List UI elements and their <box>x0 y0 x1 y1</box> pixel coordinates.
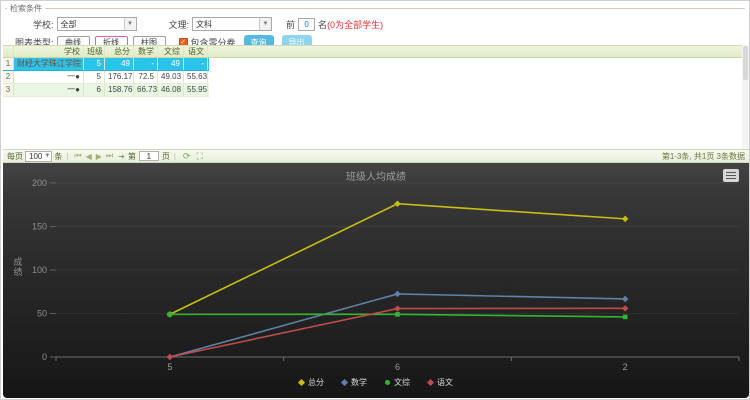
cell-total: 49 <box>105 58 134 70</box>
cell-chinese: 55.63 <box>184 71 208 83</box>
cell-class: 6 <box>84 84 105 96</box>
result-table: 学校 班级 总分 数学 文综 语文 1 财经大学珠江学院 5 49 - 49 -… <box>3 45 743 149</box>
top-suffix: 名 <box>318 18 327 31</box>
pager-divider: | <box>66 152 68 161</box>
diamond-marker-icon <box>427 379 434 386</box>
header-total[interactable]: 总分 <box>105 46 134 57</box>
per-page-label: 每页 <box>7 151 23 162</box>
pager-info: 第1-3条, 共1页 3条数据 <box>662 151 745 162</box>
per-page-value: 100 <box>29 152 42 161</box>
first-page-icon[interactable]: ⏮ <box>74 151 81 161</box>
next-page-icon[interactable]: ▶ <box>96 152 102 161</box>
svg-text:150: 150 <box>32 222 47 232</box>
chart-legend: 总分 数学 文综 语文 <box>3 377 749 388</box>
legend-label: 文综 <box>394 377 410 388</box>
header-arts[interactable]: 文综 <box>158 46 184 57</box>
cell-math: - <box>134 58 158 70</box>
header-rownum <box>3 46 14 57</box>
svg-text:成: 成 <box>13 256 22 267</box>
last-page-icon[interactable]: ⏭ <box>106 151 113 161</box>
cell-chinese: 55.95 <box>184 84 208 96</box>
cell-total: 158.76 <box>105 84 134 96</box>
table-scrollbar[interactable] <box>742 45 749 149</box>
pager-bar: 每页 100 ▼ 条 | ⏮ ◀ ▶ ⏭ ➜ 第 页 | ⟳ ⛶ 第1-3条, … <box>3 149 749 163</box>
cell-arts: 49 <box>158 58 184 70</box>
table-row[interactable]: 1 财经大学珠江学院 5 49 - 49 - <box>3 58 209 71</box>
fullscreen-icon[interactable]: ⛶ <box>196 151 202 162</box>
chevron-down-icon: ▼ <box>44 153 50 159</box>
cell-chinese: - <box>184 58 208 70</box>
legend-item-总分[interactable]: 总分 <box>299 377 324 388</box>
row-number: 1 <box>3 58 14 70</box>
header-class[interactable]: 班级 <box>84 46 105 57</box>
square-marker-icon <box>385 380 390 385</box>
diamond-marker-icon <box>298 379 305 386</box>
svg-text:6: 6 <box>395 362 400 372</box>
svg-text:50: 50 <box>37 309 47 319</box>
page-number-input[interactable] <box>139 151 159 161</box>
cell-arts: 46.08 <box>158 84 184 96</box>
legend-item-语文[interactable]: 语文 <box>428 377 453 388</box>
prev-page-icon[interactable]: ◀ <box>86 152 92 161</box>
header-math[interactable]: 数学 <box>134 46 158 57</box>
cell-school[interactable]: 财经大学珠江学院 <box>14 58 84 70</box>
cell-class: 5 <box>84 58 105 70</box>
search-row-1: 学校: 全部 ▼ 文理: 文科 ▼ 前 名 (0为全部学生) <box>33 17 745 31</box>
cell-total: 176.17 <box>105 71 134 83</box>
scrollbar-thumb[interactable] <box>743 46 748 80</box>
row-number: 3 <box>3 84 14 96</box>
legend-label: 数学 <box>351 377 367 388</box>
legend-label: 总分 <box>308 377 324 388</box>
chevron-down-icon: ▼ <box>124 18 136 30</box>
page-suffix: 页 <box>162 151 170 162</box>
header-filler <box>208 46 743 57</box>
header-chinese[interactable]: 语文 <box>184 46 208 57</box>
table-row[interactable]: 3 一● 6 158.76 66.73 46.08 55.95 <box>3 84 209 97</box>
table-row[interactable]: 2 一● 5 176.17 72.5 49.03 55.63 <box>3 71 209 84</box>
top-count-input[interactable] <box>298 18 315 31</box>
score-line-chart: 班级人均成绩 050100150200562成绩 总分数学文综语文 <box>3 163 749 398</box>
search-panel-title[interactable]: 检索条件 <box>7 3 45 14</box>
cell-arts: 49.03 <box>158 71 184 83</box>
legend-item-数学[interactable]: 数学 <box>342 377 367 388</box>
cell-math: 72.5 <box>134 71 158 83</box>
chart-menu-icon[interactable] <box>723 169 739 182</box>
chart-canvas: 050100150200562成绩 <box>3 163 749 398</box>
cell-school[interactable]: 一● <box>14 84 84 96</box>
page-label: 第 <box>128 151 136 162</box>
chevron-down-icon: ▼ <box>259 18 271 30</box>
svg-text:0: 0 <box>42 352 47 362</box>
track-select[interactable]: 文科 ▼ <box>192 17 272 31</box>
header-school[interactable]: 学校 <box>14 46 84 57</box>
svg-text:100: 100 <box>32 265 47 275</box>
svg-text:绩: 绩 <box>13 266 22 277</box>
track-select-value: 文科 <box>196 19 212 30</box>
school-select[interactable]: 全部 ▼ <box>57 17 137 31</box>
pager-divider: | <box>174 152 176 161</box>
legend-item-文综[interactable]: 文综 <box>385 377 410 388</box>
refresh-icon[interactable]: ⟳ <box>183 151 191 162</box>
diamond-marker-icon <box>341 379 348 386</box>
top-label: 前 <box>286 18 295 31</box>
svg-text:5: 5 <box>167 362 172 372</box>
report-page: 检索条件 学校: 全部 ▼ 文理: 文科 ▼ 前 名 (0为全部学生) 图表类型… <box>0 0 750 400</box>
cell-math: 66.73 <box>134 84 158 96</box>
search-panel: 检索条件 学校: 全部 ▼ 文理: 文科 ▼ 前 名 (0为全部学生) 图表类型… <box>3 3 747 45</box>
cell-class: 5 <box>84 71 105 83</box>
row-number: 2 <box>3 71 14 83</box>
track-label: 文理: <box>169 18 190 31</box>
table-header: 学校 班级 总分 数学 文综 语文 <box>3 45 743 58</box>
per-page-select[interactable]: 100 ▼ <box>25 151 52 162</box>
top-note: (0为全部学生) <box>327 18 383 31</box>
go-page-icon[interactable]: ➜ <box>118 152 125 161</box>
svg-text:2: 2 <box>623 362 628 372</box>
search-fieldset: 检索条件 学校: 全部 ▼ 文理: 文科 ▼ 前 名 (0为全部学生) 图表类型… <box>5 3 745 45</box>
cell-school[interactable]: 一● <box>14 71 84 83</box>
per-page-unit: 条 <box>54 151 62 162</box>
school-select-value: 全部 <box>61 19 77 30</box>
chart-title: 班级人均成绩 <box>3 168 749 183</box>
school-label: 学校: <box>33 18 54 31</box>
legend-label: 语文 <box>437 377 453 388</box>
